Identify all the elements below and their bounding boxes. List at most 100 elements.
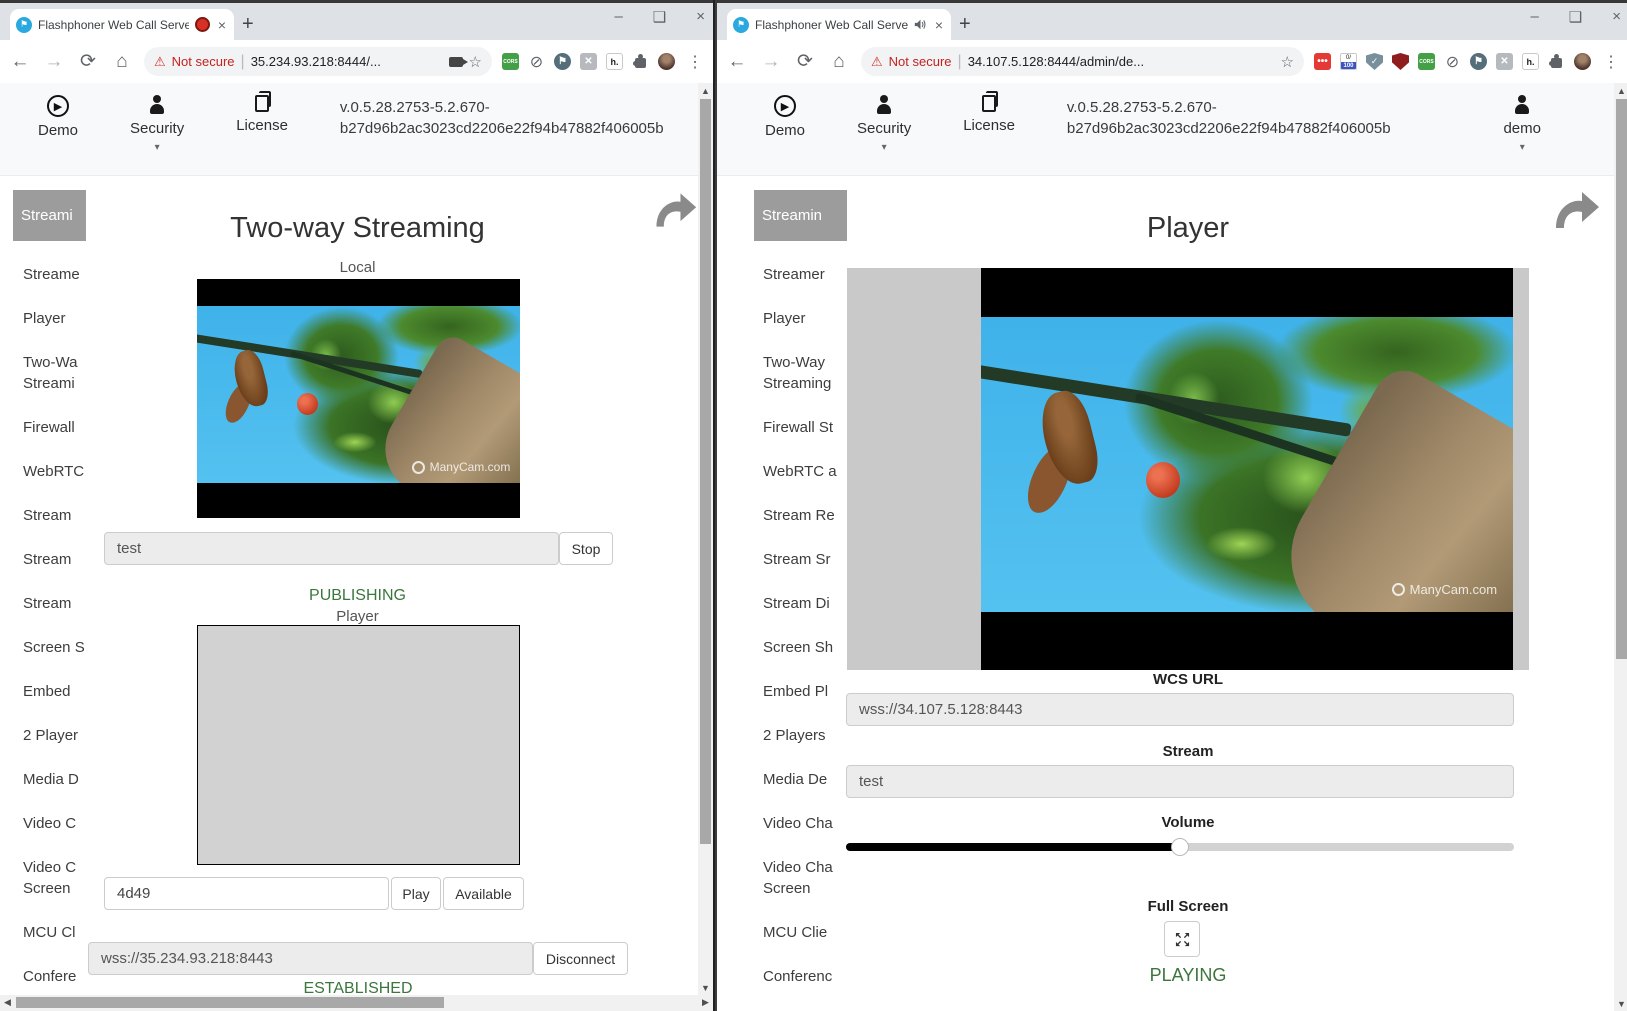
sidebar-item[interactable]: Conferenc: [763, 966, 847, 987]
scrollbar-thumb[interactable]: [16, 997, 444, 1008]
vertical-scrollbar[interactable]: ▲ ▼: [698, 83, 713, 995]
scroll-right-icon[interactable]: ▶: [698, 995, 713, 1010]
address-bar[interactable]: ⚠ Not secure | 35.234.93.218:8444/... ☆: [144, 47, 492, 76]
play-button[interactable]: Play: [391, 877, 441, 910]
scroll-down-icon[interactable]: ▼: [1614, 996, 1627, 1011]
share-arrow-icon[interactable]: [650, 188, 698, 232]
sidebar-item[interactable]: Two-Wa Streami: [23, 352, 86, 394]
security-menu[interactable]: Security ▾: [130, 95, 184, 153]
sidebar-item[interactable]: Stream: [23, 593, 86, 614]
sidebar-item[interactable]: 2 Players: [763, 725, 847, 746]
sidebar-item[interactable]: Embed: [23, 681, 86, 702]
sidebar-item[interactable]: 2 Player: [23, 725, 86, 746]
maximize-button[interactable]: ❑: [1569, 8, 1582, 26]
sidebar-item[interactable]: Stream Di: [763, 593, 847, 614]
sidebar-item[interactable]: Embed Pl: [763, 681, 847, 702]
share-arrow-icon[interactable]: [1549, 186, 1601, 234]
address-bar[interactable]: ⚠ Not secure | 34.107.5.128:8444/admin/d…: [861, 47, 1304, 76]
sidebar-item[interactable]: Streamin: [754, 190, 847, 241]
demo-menu[interactable]: ▶ Demo: [38, 95, 78, 139]
sidebar-item[interactable]: Player: [23, 308, 86, 329]
sidebar-item[interactable]: Media De: [763, 769, 847, 790]
sidebar-item[interactable]: Firewall St: [763, 417, 847, 438]
player-video[interactable]: ManyCam.com: [981, 268, 1513, 670]
sidebar-item[interactable]: Stream: [23, 505, 86, 526]
cors-extension[interactable]: CORS: [502, 53, 519, 70]
play-stream-input[interactable]: [104, 877, 389, 910]
cors-extension[interactable]: CORS: [1418, 53, 1435, 70]
minimize-button[interactable]: –: [1530, 8, 1538, 26]
server-url-input[interactable]: [88, 942, 533, 975]
sidebar-item[interactable]: Video Cha Screen: [763, 857, 847, 899]
sidebar-item[interactable]: Video C Screen: [23, 857, 86, 899]
back-button[interactable]: ←: [8, 51, 32, 73]
ublock-extension[interactable]: [1392, 53, 1409, 70]
extensions-puzzle-icon[interactable]: [1548, 53, 1565, 70]
red-dots-extension[interactable]: •••: [1314, 53, 1331, 70]
profile-avatar[interactable]: [1574, 53, 1591, 70]
scrollbar-thumb[interactable]: [700, 99, 711, 844]
extensions-puzzle-icon[interactable]: [632, 53, 649, 70]
bookmark-star-icon[interactable]: ☆: [469, 53, 482, 71]
user-menu[interactable]: demo ▾: [1503, 95, 1541, 153]
reload-button[interactable]: ⟳: [76, 50, 100, 73]
back-button[interactable]: ←: [725, 51, 749, 73]
browser-menu-icon[interactable]: ⋮: [685, 52, 705, 72]
player-video-container[interactable]: ManyCam.com: [847, 268, 1529, 670]
forward-button[interactable]: →: [759, 51, 783, 73]
sidebar-item[interactable]: Video C: [23, 813, 86, 834]
vertical-scrollbar[interactable]: ▲ ▼: [1614, 83, 1627, 1011]
sidebar-item[interactable]: Screen Sh: [763, 637, 847, 658]
volume-thumb[interactable]: [1171, 838, 1189, 856]
sidebar-item[interactable]: Media D: [23, 769, 86, 790]
sidebar-item[interactable]: Screen S: [23, 637, 86, 658]
sidebar-item[interactable]: WebRTC a: [763, 461, 847, 482]
stop-button[interactable]: Stop: [559, 532, 613, 565]
bookmark-star-icon[interactable]: ☆: [1281, 53, 1294, 71]
home-button[interactable]: ⌂: [110, 51, 134, 73]
mail-x-extension[interactable]: ✕: [580, 53, 597, 70]
scroll-up-icon[interactable]: ▲: [698, 83, 713, 98]
home-button[interactable]: ⌂: [827, 51, 851, 73]
scroll-up-icon[interactable]: ▲: [1614, 83, 1627, 98]
sidebar-item[interactable]: Player: [763, 308, 847, 329]
fullscreen-button[interactable]: [1164, 921, 1200, 957]
demo-menu[interactable]: ▶ Demo: [765, 95, 805, 139]
disconnect-button[interactable]: Disconnect: [533, 942, 628, 975]
sidebar-item[interactable]: Firewall: [23, 417, 86, 438]
volume-slider[interactable]: [846, 843, 1514, 851]
sidebar-item[interactable]: Streami: [13, 190, 86, 241]
sidebar-item[interactable]: WebRTC: [23, 461, 86, 482]
browser-menu-icon[interactable]: ⋮: [1601, 52, 1621, 72]
sidebar-item[interactable]: Stream: [23, 549, 86, 570]
minimize-button[interactable]: –: [614, 8, 622, 26]
close-tab-icon[interactable]: ×: [933, 17, 945, 33]
sidebar-item[interactable]: Two-Way Streaming: [763, 352, 847, 394]
available-button[interactable]: Available: [443, 877, 524, 910]
horizontal-scrollbar[interactable]: ◀ ▶: [0, 995, 713, 1011]
sidebar-item[interactable]: Video Cha: [763, 813, 847, 834]
sidebar-item[interactable]: Confere: [23, 966, 86, 987]
license-menu[interactable]: License: [963, 95, 1015, 134]
shield-check-extension[interactable]: ✓: [1366, 53, 1383, 70]
crossed-circle-extension[interactable]: ⊘: [528, 53, 545, 70]
maximize-button[interactable]: ❑: [653, 8, 666, 26]
not-secure-label[interactable]: Not secure: [172, 54, 235, 69]
local-video[interactable]: ManyCam.com: [197, 279, 520, 518]
sidebar-item[interactable]: Stream Sr: [763, 549, 847, 570]
mail-x-extension[interactable]: ✕: [1496, 53, 1513, 70]
close-window-button[interactable]: ×: [1612, 8, 1621, 26]
security-menu[interactable]: Security ▾: [857, 95, 911, 153]
not-secure-label[interactable]: Not secure: [889, 54, 952, 69]
right-browser-tab[interactable]: ⚑ Flashphoner Web Call Server ×: [727, 9, 951, 40]
crossed-circle-extension[interactable]: ⊘: [1444, 53, 1461, 70]
new-tab-button[interactable]: +: [242, 13, 254, 36]
stream-name-input[interactable]: [846, 765, 1514, 798]
close-window-button[interactable]: ×: [696, 8, 705, 26]
sidebar-item[interactable]: Streamer: [763, 264, 847, 285]
sidebar-item[interactable]: MCU Cl: [23, 922, 86, 943]
url-text[interactable]: 35.234.93.218:8444/...: [251, 54, 443, 69]
new-tab-button[interactable]: +: [959, 13, 971, 36]
reload-button[interactable]: ⟳: [793, 50, 817, 73]
profile-avatar[interactable]: [658, 53, 675, 70]
